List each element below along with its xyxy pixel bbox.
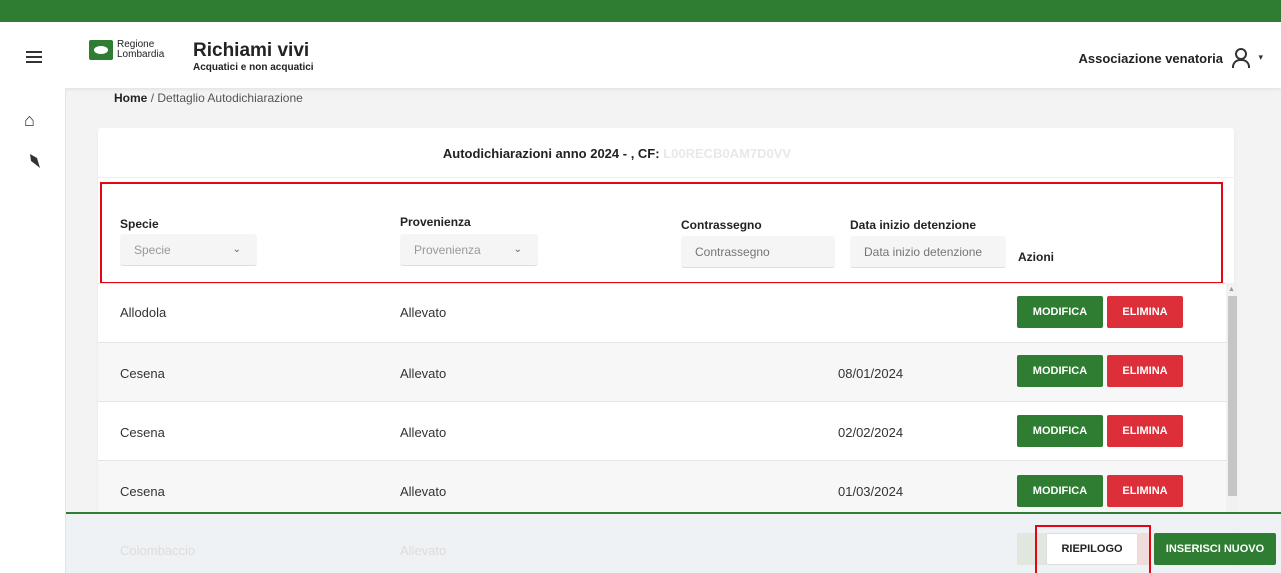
cell-specie: Cesena bbox=[120, 366, 165, 381]
breadcrumb: Home / Dettaglio Autodichiarazione bbox=[114, 91, 303, 105]
home-icon[interactable]: ⌂ bbox=[24, 110, 35, 131]
highlight-filters bbox=[100, 182, 1223, 284]
app-header: Regione Lombardia Richiami vivi Acquatic… bbox=[0, 22, 1281, 88]
logo-mark-icon bbox=[89, 40, 113, 60]
elimina-button[interactable]: ELIMINA bbox=[1107, 296, 1183, 328]
table-row: Cesena Allevato 08/01/2024 MODIFICA ELIM… bbox=[98, 342, 1226, 401]
cell-data: 01/03/2024 bbox=[838, 484, 904, 499]
card-title-text: Autodichiarazioni anno 2024 - , CF: bbox=[442, 146, 660, 161]
scrollbar-thumb[interactable] bbox=[1228, 296, 1237, 496]
user-menu-label[interactable]: Associazione venatoria bbox=[1079, 51, 1224, 66]
elimina-button[interactable]: ELIMINA bbox=[1107, 355, 1183, 387]
user-icon[interactable] bbox=[1231, 48, 1250, 68]
app-subtitle: Acquatici e non acquatici bbox=[193, 62, 314, 73]
cell-specie: Cesena bbox=[120, 484, 165, 499]
top-accent-bar bbox=[0, 0, 1281, 22]
cell-provenienza: Allevato bbox=[400, 366, 447, 381]
table-row: Cesena Allevato 02/02/2024 MODIFICA ELIM… bbox=[98, 401, 1226, 460]
breadcrumb-home[interactable]: Home bbox=[114, 91, 147, 105]
modifica-button[interactable]: MODIFICA bbox=[1017, 355, 1103, 387]
cell-provenienza: Allevato bbox=[400, 305, 447, 320]
cell-provenienza: Allevato bbox=[400, 484, 447, 499]
cell-data: 08/01/2024 bbox=[838, 366, 904, 381]
modifica-button[interactable]: MODIFICA bbox=[1017, 475, 1103, 507]
breadcrumb-separator: / bbox=[150, 91, 155, 105]
elimina-button[interactable]: ELIMINA bbox=[1107, 415, 1183, 447]
regione-lombardia-logo: Regione Lombardia bbox=[89, 40, 164, 60]
table-row: Allodola Allevato MODIFICA ELIMINA bbox=[98, 283, 1226, 342]
modifica-button[interactable]: MODIFICA bbox=[1017, 415, 1103, 447]
elimina-button[interactable]: ELIMINA bbox=[1107, 475, 1183, 507]
cell-specie: Cesena bbox=[120, 425, 165, 440]
modifica-button[interactable]: MODIFICA bbox=[1017, 296, 1103, 328]
cell-provenienza: Allevato bbox=[400, 543, 447, 558]
cell-provenienza: Allevato bbox=[400, 425, 447, 440]
table-row: Cesena Allevato 01/03/2024 MODIFICA ELIM… bbox=[98, 460, 1226, 519]
chevron-down-icon[interactable]: ▾ bbox=[1258, 52, 1263, 63]
cf-value: L00RECB0AM7D0VV bbox=[663, 146, 792, 161]
inserisci-nuovo-button[interactable]: INSERISCI NUOVO bbox=[1154, 533, 1276, 565]
card-title: Autodichiarazioni anno 2024 - , CF: L00R… bbox=[0, 146, 1234, 161]
breadcrumb-current: Dettaglio Autodichiarazione bbox=[157, 91, 303, 105]
cell-data: 02/02/2024 bbox=[838, 425, 904, 440]
app-title: Richiami vivi bbox=[193, 40, 310, 61]
divider bbox=[98, 177, 1234, 178]
cell-specie: Colombaccio bbox=[120, 543, 196, 558]
highlight-riepilogo bbox=[1035, 525, 1151, 573]
logo-line2: Lombardia bbox=[117, 49, 165, 60]
cell-specie: Allodola bbox=[120, 305, 167, 320]
menu-icon[interactable] bbox=[26, 51, 42, 63]
scroll-up-icon[interactable]: ▲ bbox=[1228, 286, 1235, 293]
